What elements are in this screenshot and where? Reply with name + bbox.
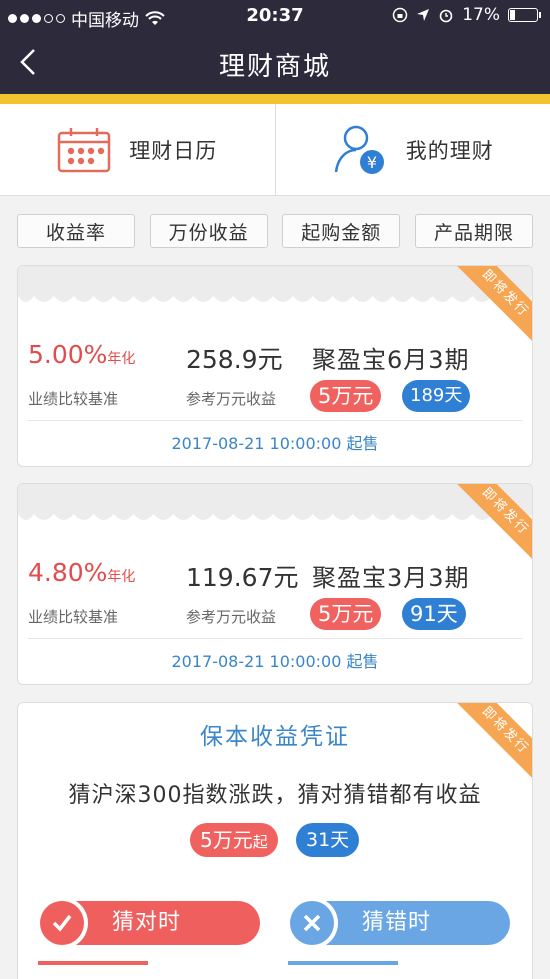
rate-suffix: 年化 <box>107 351 136 367</box>
annual-rate: 5.00%年化 <box>28 340 135 369</box>
guess-right-label: 猜对时 <box>112 910 182 935</box>
battery-percent: 17% <box>462 5 500 25</box>
check-icon <box>52 914 72 932</box>
card-wave-decoration <box>18 266 532 302</box>
rate-value: 4.80% <box>28 558 108 587</box>
income-label: 参考万元收益 <box>186 608 277 626</box>
guarantee-title: 保本收益凭证 <box>200 724 350 750</box>
min-amount-badge: 5万元 <box>310 380 382 412</box>
rate-label: 业绩比较基准 <box>28 608 119 626</box>
filter-yield-rate[interactable]: 收益率 <box>17 214 135 248</box>
battery-icon <box>508 8 541 22</box>
term-days-badge: 189天 <box>402 380 471 412</box>
nav-bar: 理财商城 <box>0 32 550 94</box>
product-card[interactable]: 即将发行 5.00%年化 业绩比较基准 258.9元 参考万元收益 聚盈宝6月3… <box>17 265 533 467</box>
filter-product-term[interactable]: 产品期限 <box>414 214 533 248</box>
income-label: 参考万元收益 <box>186 390 277 408</box>
check-circle <box>36 897 88 949</box>
result-box-wrong <box>288 961 398 979</box>
quick-entry-bar: 理财日历 ¥ 我的理财 <box>0 104 550 196</box>
filter-per-10k-income[interactable]: 万份收益 <box>149 214 268 248</box>
card-divider <box>28 420 522 421</box>
sale-time: 2017-08-21 10:00:00 起售 <box>171 652 379 671</box>
card-divider <box>28 638 522 639</box>
finance-calendar-label: 理财日历 <box>129 138 218 163</box>
header-accent-line <box>0 94 550 104</box>
result-box-right <box>38 961 148 979</box>
term-days-badge: 91天 <box>402 598 466 630</box>
svg-text:¥: ¥ <box>367 153 377 172</box>
page-title: 理财商城 <box>218 52 331 82</box>
product-name: 聚盈宝3月3期 <box>312 564 470 592</box>
income-value: 258.9元 <box>186 345 283 374</box>
sort-filter-bar: 收益率 万份收益 起购金额 产品期限 <box>17 214 533 248</box>
term-days-badge: 31天 <box>296 823 360 857</box>
guess-wrong-button[interactable]: 猜错时 <box>286 897 510 949</box>
guarantee-description: 猜沪深300指数涨跌，猜对猜错都有收益 <box>68 783 482 808</box>
filter-min-purchase[interactable]: 起购金额 <box>282 214 401 248</box>
rotation-lock-icon <box>392 7 408 23</box>
location-icon <box>417 9 430 21</box>
guess-right-button[interactable]: 猜对时 <box>36 897 260 949</box>
calendar-icon <box>58 127 111 172</box>
rate-suffix: 年化 <box>107 569 136 585</box>
alarm-icon <box>439 9 453 23</box>
guess-wrong-label: 猜错时 <box>362 910 432 935</box>
cross-circle <box>286 897 338 949</box>
sale-time: 2017-08-21 10:00:00 起售 <box>171 434 379 453</box>
guarantee-product-card[interactable]: 即将发行 保本收益凭证 猜沪深300指数涨跌，猜对猜错都有收益 5万元起 31天… <box>17 702 533 979</box>
product-name: 聚盈宝6月3期 <box>312 346 470 374</box>
min-amount-badge: 5万元起 <box>190 823 278 857</box>
card-wave-decoration <box>18 484 532 520</box>
finance-calendar-button[interactable]: 理财日历 <box>0 104 275 195</box>
user-yuan-icon: ¥ <box>334 125 384 174</box>
income-value: 119.67元 <box>186 563 299 592</box>
status-right: 17% <box>392 5 541 25</box>
annual-rate: 4.80%年化 <box>28 558 135 587</box>
product-card[interactable]: 即将发行 4.80%年化 业绩比较基准 119.67元 参考万元收益 聚盈宝3月… <box>17 483 533 685</box>
status-bar: 中国移动 20:37 17% <box>0 0 550 32</box>
amount-value: 5万元 <box>200 828 253 852</box>
my-finance-label: 我的理财 <box>405 138 494 163</box>
rate-label: 业绩比较基准 <box>28 390 119 408</box>
min-amount-badge: 5万元 <box>310 598 382 630</box>
rate-value: 5.00% <box>28 340 108 369</box>
close-icon <box>303 914 321 932</box>
my-finance-button[interactable]: ¥ 我的理财 <box>274 104 550 195</box>
amount-suffix: 起 <box>252 833 268 851</box>
